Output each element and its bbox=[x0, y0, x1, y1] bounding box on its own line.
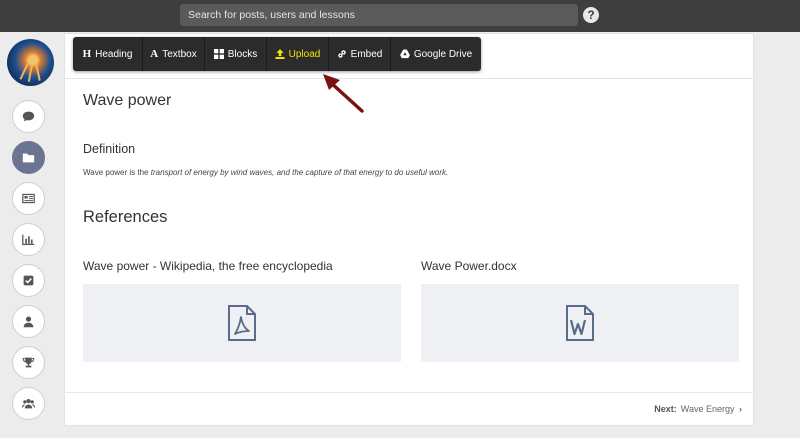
avatar-detail bbox=[27, 63, 33, 82]
definition-text: Wave power is the transport of energy by… bbox=[83, 168, 449, 177]
heading-label: Heading bbox=[95, 48, 133, 60]
upload-label: Upload bbox=[288, 48, 321, 60]
folder-icon bbox=[22, 153, 35, 163]
avatar[interactable] bbox=[7, 39, 54, 86]
top-bar: Search for posts, users and lessons ? bbox=[0, 0, 800, 32]
user-icon bbox=[23, 316, 34, 328]
footer-divider bbox=[64, 392, 754, 393]
reference-attachment-pdf[interactable] bbox=[83, 284, 401, 362]
reference-title[interactable]: Wave Power.docx bbox=[421, 259, 517, 273]
sidebar-item-news[interactable] bbox=[12, 182, 45, 215]
toolbar-divider bbox=[64, 78, 754, 79]
sidebar-item-comments[interactable] bbox=[12, 100, 45, 133]
reference-title[interactable]: Wave power - Wikipedia, the free encyclo… bbox=[83, 259, 333, 273]
reference-attachment-docx[interactable] bbox=[421, 284, 739, 362]
checkbox-icon bbox=[23, 275, 34, 286]
comment-icon bbox=[22, 111, 35, 122]
blocks-button[interactable]: Blocks bbox=[205, 37, 267, 71]
bar-chart-icon bbox=[22, 234, 35, 245]
sidebar-item-stats[interactable] bbox=[12, 223, 45, 256]
help-icon[interactable]: ? bbox=[583, 7, 599, 23]
chevron-right-icon: › bbox=[739, 404, 742, 414]
heading-button[interactable]: H Heading bbox=[73, 37, 143, 71]
next-label: Next: bbox=[654, 404, 677, 414]
avatar-detail bbox=[19, 62, 29, 80]
google-drive-label: Google Drive bbox=[413, 48, 473, 60]
trophy-icon bbox=[22, 357, 35, 368]
heading-icon: H bbox=[82, 48, 92, 60]
textbox-label: Textbox bbox=[162, 48, 197, 60]
embed-label: Embed bbox=[350, 48, 383, 60]
google-drive-button[interactable]: Google Drive bbox=[391, 37, 481, 71]
next-lesson-link[interactable]: Next: Wave Energy › bbox=[654, 404, 742, 414]
textbox-icon: A bbox=[150, 48, 159, 60]
editor-toolbar: H Heading A Textbox Blocks Upload Embed … bbox=[73, 37, 481, 71]
blocks-label: Blocks bbox=[227, 48, 258, 60]
users-icon bbox=[22, 398, 35, 409]
upload-icon bbox=[275, 49, 285, 59]
sidebar-item-groups[interactable] bbox=[12, 387, 45, 420]
avatar-detail bbox=[35, 62, 41, 81]
pdf-file-icon bbox=[228, 305, 256, 341]
sidebar-item-profile[interactable] bbox=[12, 305, 45, 338]
sidebar-item-lessons[interactable] bbox=[12, 141, 45, 174]
definition-heading: Definition bbox=[83, 142, 136, 156]
sidebar-item-tasks[interactable] bbox=[12, 264, 45, 297]
search-input[interactable]: Search for posts, users and lessons bbox=[180, 4, 578, 26]
references-heading: References bbox=[83, 208, 168, 226]
page-title: Wave power bbox=[83, 92, 172, 109]
grid-icon bbox=[213, 49, 224, 59]
embed-button[interactable]: Embed bbox=[329, 37, 391, 71]
sidebar bbox=[0, 32, 62, 438]
newspaper-icon bbox=[22, 193, 35, 204]
link-icon bbox=[337, 50, 346, 58]
drive-icon bbox=[399, 49, 410, 59]
annotation-arrow-icon bbox=[323, 74, 364, 113]
next-lesson-title: Wave Energy bbox=[680, 404, 735, 414]
word-file-icon bbox=[566, 305, 594, 341]
sidebar-item-awards[interactable] bbox=[12, 346, 45, 379]
textbox-button[interactable]: A Textbox bbox=[143, 37, 205, 71]
upload-button[interactable]: Upload bbox=[267, 37, 329, 71]
